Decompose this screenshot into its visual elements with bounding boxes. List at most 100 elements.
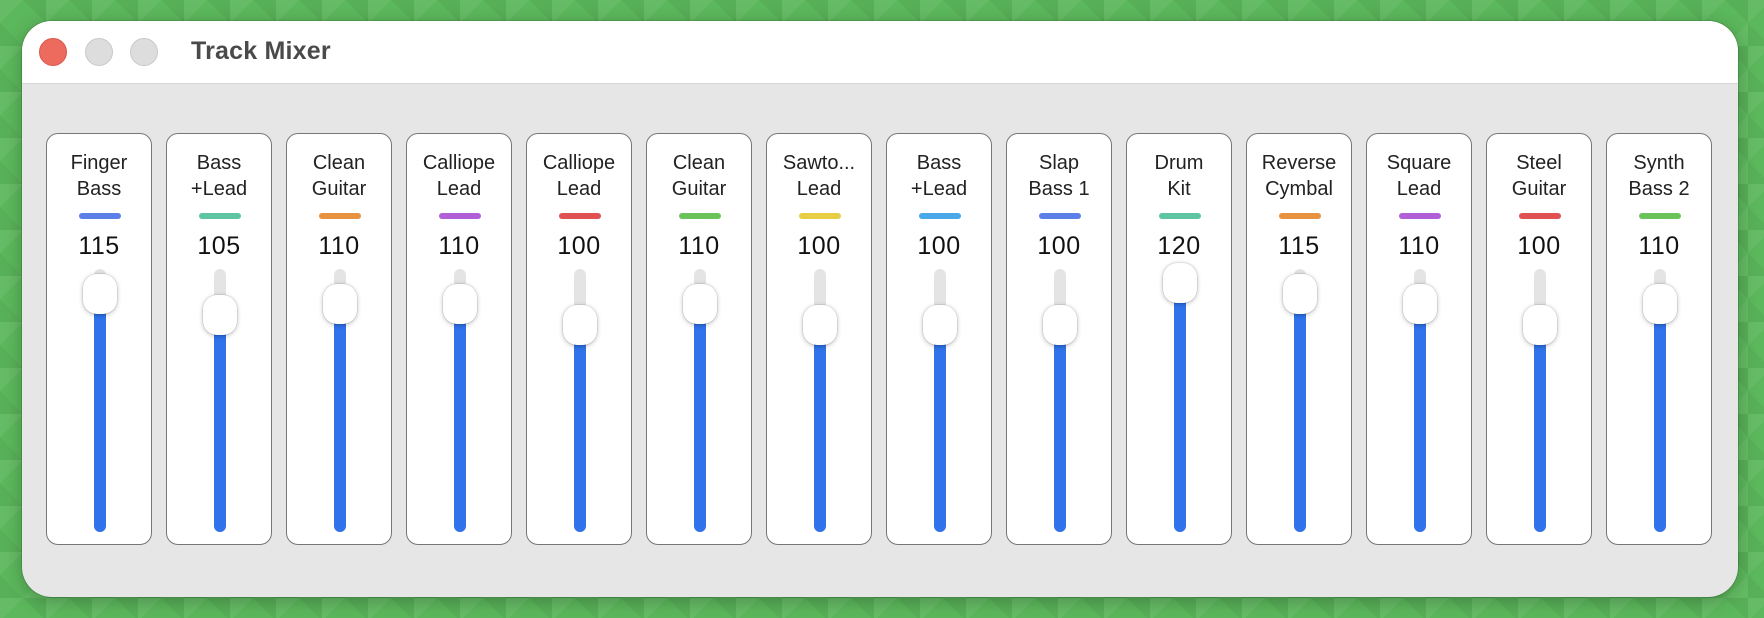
volume-slider-fill — [1534, 324, 1546, 532]
volume-slider[interactable] — [1163, 263, 1197, 532]
track-color-indicator — [919, 213, 961, 219]
volume-slider-thumb[interactable] — [323, 284, 357, 325]
volume-slider[interactable] — [83, 269, 117, 532]
channel-strip: Clean Guitar 110 — [286, 133, 392, 545]
track-color-indicator — [1159, 213, 1201, 219]
volume-slider[interactable] — [1043, 269, 1077, 532]
zoom-button[interactable] — [130, 38, 158, 66]
mixer-window: Track Mixer Finger Bass 115 Bass +Lead 105 C… — [22, 21, 1738, 597]
volume-slider[interactable] — [1403, 269, 1437, 532]
volume-slider-fill — [1174, 283, 1186, 532]
volume-value: 120 — [1157, 232, 1201, 260]
volume-value: 110 — [678, 232, 720, 260]
channel-strip: Reverse Cymbal 115 — [1246, 133, 1352, 545]
track-name: Square Lead — [1386, 152, 1452, 200]
volume-slider-thumb[interactable] — [1163, 263, 1197, 304]
title-bar: Track Mixer — [22, 21, 1738, 84]
volume-slider-fill — [574, 324, 586, 532]
volume-slider-thumb[interactable] — [203, 294, 237, 335]
volume-slider[interactable] — [803, 269, 837, 532]
track-color-indicator — [1279, 213, 1321, 219]
volume-slider[interactable] — [203, 269, 237, 532]
channel-strip: Sawto... Lead 100 — [766, 133, 872, 545]
volume-slider[interactable] — [563, 269, 597, 532]
window-title: Track Mixer — [191, 37, 331, 65]
channel-strip: Synth Bass 2 110 — [1606, 133, 1712, 545]
volume-slider-thumb[interactable] — [683, 284, 717, 325]
track-name: Bass +Lead — [190, 152, 248, 200]
track-name: Sawto... Lead — [782, 152, 856, 200]
volume-value: 115 — [1278, 232, 1320, 260]
volume-slider[interactable] — [683, 269, 717, 532]
channel-strip: Steel Guitar 100 — [1486, 133, 1592, 545]
volume-slider-thumb[interactable] — [1403, 284, 1437, 325]
minimize-button[interactable] — [85, 38, 113, 66]
track-name: Slap Bass 1 — [1028, 152, 1090, 200]
track-color-indicator — [1039, 213, 1081, 219]
channel-strip: Bass +Lead 100 — [886, 133, 992, 545]
channel-strip: Bass +Lead 105 — [166, 133, 272, 545]
channel-strip: Calliope Lead 110 — [406, 133, 512, 545]
volume-value: 100 — [1517, 232, 1561, 260]
track-color-indicator — [799, 213, 841, 219]
volume-slider-fill — [454, 304, 466, 532]
volume-slider-fill — [934, 324, 946, 532]
track-color-indicator — [439, 213, 481, 219]
volume-slider-thumb[interactable] — [803, 304, 837, 345]
track-color-indicator — [1639, 213, 1681, 219]
volume-slider-thumb[interactable] — [923, 304, 957, 345]
volume-value: 110 — [1638, 232, 1680, 260]
track-name: Clean Guitar — [311, 152, 367, 200]
track-name: Calliope Lead — [422, 152, 496, 200]
track-name: Finger Bass — [70, 152, 128, 200]
volume-value: 100 — [1037, 232, 1081, 260]
volume-slider[interactable] — [1283, 269, 1317, 532]
volume-slider-thumb[interactable] — [563, 304, 597, 345]
track-color-indicator — [319, 213, 361, 219]
volume-slider-fill — [814, 324, 826, 532]
volume-value: 100 — [917, 232, 961, 260]
volume-slider-fill — [694, 304, 706, 532]
channel-strip: Calliope Lead 100 — [526, 133, 632, 545]
volume-slider[interactable] — [443, 269, 477, 532]
close-button[interactable] — [39, 38, 67, 66]
volume-slider-fill — [1654, 304, 1666, 532]
volume-slider-thumb[interactable] — [1043, 304, 1077, 345]
track-name: Synth Bass 2 — [1628, 152, 1690, 200]
volume-slider[interactable] — [923, 269, 957, 532]
volume-value: 110 — [438, 232, 480, 260]
volume-value: 115 — [78, 232, 120, 260]
track-name: Bass +Lead — [910, 152, 968, 200]
volume-slider-thumb[interactable] — [83, 273, 117, 314]
track-color-indicator — [1519, 213, 1561, 219]
track-name: Calliope Lead — [542, 152, 616, 200]
channel-strip: Finger Bass 115 — [46, 133, 152, 545]
track-name: Reverse Cymbal — [1261, 152, 1337, 200]
volume-value: 100 — [797, 232, 841, 260]
volume-slider-fill — [214, 314, 226, 532]
channel-strip: Drum Kit 120 — [1126, 133, 1232, 545]
track-name: Drum Kit — [1154, 152, 1204, 200]
track-color-indicator — [1399, 213, 1441, 219]
volume-slider-thumb[interactable] — [1283, 273, 1317, 314]
track-color-indicator — [559, 213, 601, 219]
volume-value: 105 — [197, 232, 241, 260]
track-color-indicator — [199, 213, 241, 219]
track-color-indicator — [79, 213, 121, 219]
volume-value: 110 — [1398, 232, 1440, 260]
volume-slider[interactable] — [1643, 269, 1677, 532]
volume-slider-fill — [334, 304, 346, 532]
channel-strip: Square Lead 110 — [1366, 133, 1472, 545]
channel-strip: Slap Bass 1 100 — [1006, 133, 1112, 545]
volume-slider-fill — [94, 293, 106, 532]
track-color-indicator — [679, 213, 721, 219]
volume-slider-thumb[interactable] — [1643, 284, 1677, 325]
volume-slider-fill — [1054, 324, 1066, 532]
track-name: Clean Guitar — [671, 152, 727, 200]
volume-slider[interactable] — [323, 269, 357, 532]
track-name: Steel Guitar — [1511, 152, 1567, 200]
channel-strips: Finger Bass 115 Bass +Lead 105 Clean Guitar 1… — [46, 133, 1712, 545]
volume-slider-thumb[interactable] — [1523, 304, 1557, 345]
volume-slider-thumb[interactable] — [443, 284, 477, 325]
volume-slider[interactable] — [1523, 269, 1557, 532]
